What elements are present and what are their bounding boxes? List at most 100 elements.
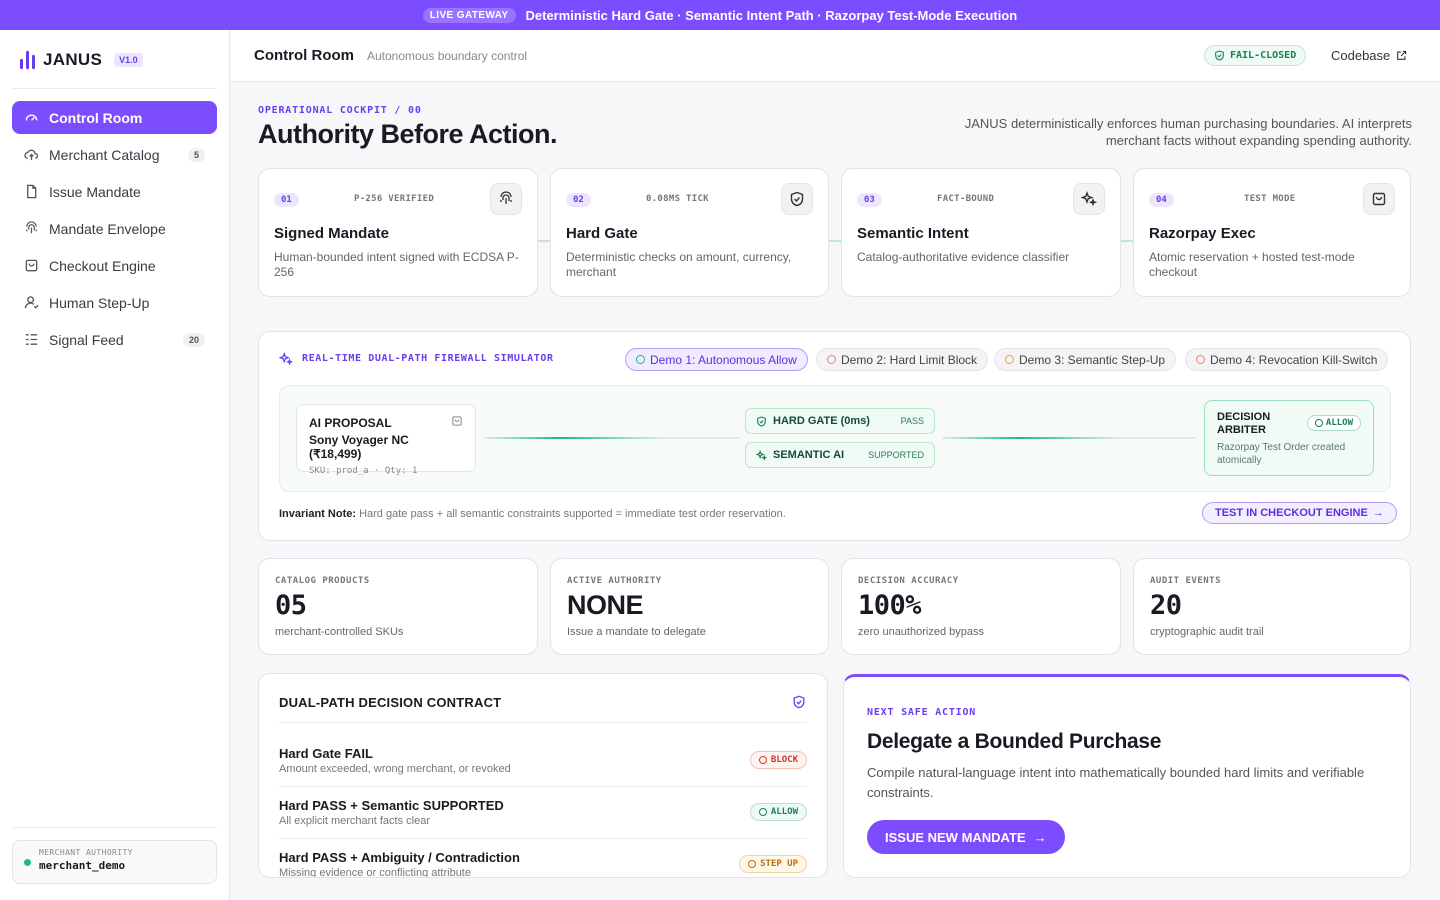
- stat-label: ACTIVE AUTHORITY: [567, 576, 662, 586]
- contract-row-title: Hard Gate FAIL: [279, 746, 373, 761]
- sidebar-item-label: Issue Mandate: [49, 183, 141, 200]
- bag-icon: [452, 416, 462, 426]
- arbiter-title: DECISION ARBITER: [1217, 411, 1271, 436]
- version-badge: V1.0: [114, 53, 143, 67]
- circle-icon: [827, 355, 836, 364]
- circle-check-icon: [1314, 419, 1323, 427]
- shield-icon: [781, 183, 813, 215]
- proposal-product: Sony Voyager NC (₹18,499): [309, 433, 409, 461]
- contract-row-sub: Amount exceeded, wrong merchant, or revo…: [279, 763, 511, 775]
- step-tag: FACT-BOUND: [937, 194, 995, 204]
- sidebar-item-mandate-envelope[interactable]: Mandate Envelope: [12, 212, 217, 245]
- cloud-icon: [23, 147, 39, 163]
- hard-gate-node: HARD GATE (0ms) PASS: [745, 408, 935, 434]
- step-card-signed-mandate[interactable]: 01 P-256 VERIFIED Signed Mandate Human-b…: [258, 168, 538, 297]
- demo-button-autonomous-allow[interactable]: Demo 1: Autonomous Allow: [625, 348, 808, 371]
- gauge-icon: [23, 110, 39, 126]
- ai-proposal-card[interactable]: AI PROPOSAL Sony Voyager NC (₹18,499) SK…: [296, 404, 476, 476]
- step-tag: P-256 VERIFIED: [354, 194, 435, 204]
- step-tag: TEST MODE: [1244, 194, 1296, 204]
- step-card-hard-gate[interactable]: 02 0.08MS TICK Hard Gate Deterministic c…: [550, 168, 829, 297]
- contract-row-step-up: Hard PASS + Ambiguity / Contradiction Mi…: [279, 850, 807, 877]
- hero-title: Authority Before Action.: [258, 119, 558, 149]
- top-banner: LIVE GATEWAY Deterministic Hard Gate · S…: [0, 0, 1440, 30]
- live-gateway-pill: LIVE GATEWAY: [422, 7, 516, 23]
- demo-button-hard-limit-block[interactable]: Demo 2: Hard Limit Block: [816, 348, 989, 371]
- allow-badge: ALLOW: [749, 803, 807, 821]
- button-label: ISSUE NEW MANDATE: [885, 829, 1026, 845]
- shield-icon: [757, 415, 766, 427]
- step-up-badge: STEP UP: [739, 855, 807, 873]
- sidebar-item-issue-mandate[interactable]: Issue Mandate: [12, 175, 217, 208]
- stat-label: AUDIT EVENTS: [1150, 576, 1222, 586]
- document-icon: [23, 184, 39, 200]
- sidebar-divider: [12, 88, 217, 89]
- badge-label: STEP UP: [760, 859, 798, 869]
- stat-subtext: merchant-controlled SKUs: [275, 626, 404, 638]
- step-card-semantic-intent[interactable]: 03 FACT-BOUND Semantic Intent Catalog-au…: [841, 168, 1121, 297]
- contract-row-allow: Hard PASS + Semantic SUPPORTED All expli…: [279, 798, 807, 827]
- stat-value: NONE: [567, 590, 644, 620]
- stat-label: CATALOG PRODUCTS: [275, 576, 370, 586]
- stat-subtext: zero unauthorized bypass: [858, 626, 984, 638]
- step-number: 04: [1149, 193, 1174, 207]
- divider: [279, 786, 807, 787]
- step-tag: 0.08MS TICK: [646, 194, 709, 204]
- stat-card-catalog-products: CATALOG PRODUCTS 05 merchant-controlled …: [258, 558, 538, 655]
- arbiter-status-label: ALLOW: [1325, 418, 1353, 428]
- bag-icon: [23, 258, 39, 274]
- sparkle-icon: [756, 449, 767, 461]
- arrow-right-icon: →: [1033, 829, 1047, 845]
- block-badge: BLOCK: [749, 751, 807, 769]
- sidebar-item-human-step-up[interactable]: Human Step-Up: [12, 286, 217, 319]
- hero-description: JANUS deterministically enforces human p…: [964, 116, 1412, 148]
- step-description: Deterministic checks on amount, currency…: [566, 250, 792, 279]
- demo-button-revocation-kill-switch[interactable]: Demo 4: Revocation Kill-Switch: [1185, 348, 1389, 371]
- check-circle-icon: [758, 808, 767, 816]
- sidebar-item-label: Merchant Catalog: [49, 146, 160, 163]
- next-description: Compile natural-language intent into mat…: [867, 765, 1365, 800]
- step-description: Catalog-authoritative evidence classifie…: [857, 250, 1070, 264]
- fail-closed-badge: FAIL-CLOSED: [1204, 45, 1307, 66]
- sidebar-item-control-room[interactable]: Control Room: [12, 101, 217, 134]
- next-safe-action-card: NEXT SAFE ACTION Delegate a Bounded Purc…: [843, 674, 1411, 878]
- flow-line: [942, 437, 1196, 439]
- demo-label: Demo 4: Revocation Kill-Switch: [1210, 352, 1378, 367]
- step-description: Human-bounded intent signed with ECDSA P…: [274, 250, 519, 279]
- contract-row-title: Hard PASS + Semantic SUPPORTED: [279, 798, 504, 813]
- fingerprint-icon: [23, 221, 39, 237]
- semantic-ai-node: SEMANTIC AI SUPPORTED: [745, 442, 935, 468]
- page-title: Control Room: [254, 47, 354, 64]
- top-header: Control Room Autonomous boundary control…: [231, 30, 1440, 82]
- shield-icon: [793, 695, 805, 709]
- sidebar-item-signal-feed[interactable]: Signal Feed 20: [12, 323, 217, 356]
- fingerprint-icon: [490, 183, 522, 215]
- bag-icon: [1363, 183, 1395, 215]
- step-title: Razorpay Exec: [1149, 225, 1256, 242]
- step-card-razorpay-exec[interactable]: 04 TEST MODE Razorpay Exec Atomic reserv…: [1133, 168, 1411, 297]
- arbiter-status-badge: ALLOW: [1306, 415, 1361, 431]
- stat-label: DECISION ACCURACY: [858, 576, 959, 586]
- sidebar-item-merchant-catalog[interactable]: Merchant Catalog 5: [12, 138, 217, 171]
- stat-subtext: cryptographic audit trail: [1150, 626, 1264, 638]
- proposal-label: AI PROPOSAL: [309, 416, 392, 430]
- codebase-link[interactable]: Codebase: [1331, 48, 1407, 63]
- merchant-authority-card[interactable]: MERCHANT AUTHORITY merchant_demo: [12, 840, 217, 884]
- sidebar-item-checkout-engine[interactable]: Checkout Engine: [12, 249, 217, 282]
- demo-label: Demo 1: Autonomous Allow: [650, 352, 797, 367]
- sidebar-item-label: Human Step-Up: [49, 294, 150, 311]
- step-title: Hard Gate: [566, 225, 638, 242]
- test-checkout-engine-button[interactable]: TEST IN CHECKOUT ENGINE →: [1202, 502, 1397, 524]
- demo-button-semantic-step-up[interactable]: Demo 3: Semantic Step-Up: [994, 348, 1177, 371]
- brand-logo[interactable]: JANUS V1.0: [20, 50, 143, 70]
- stat-value: 100%: [858, 590, 922, 621]
- button-label: TEST IN CHECKOUT ENGINE: [1215, 507, 1368, 519]
- contract-row-sub: All explicit merchant facts clear: [279, 815, 430, 827]
- status-dot-icon: [24, 859, 31, 866]
- stat-value: 20: [1150, 590, 1182, 621]
- sidebar-footer-divider: [12, 827, 217, 828]
- flow-line: [484, 437, 739, 439]
- contract-row-sub: Missing evidence or conflicting attribut…: [279, 867, 471, 877]
- demo-label: Demo 2: Hard Limit Block: [841, 352, 978, 367]
- issue-new-mandate-button[interactable]: ISSUE NEW MANDATE →: [867, 820, 1065, 854]
